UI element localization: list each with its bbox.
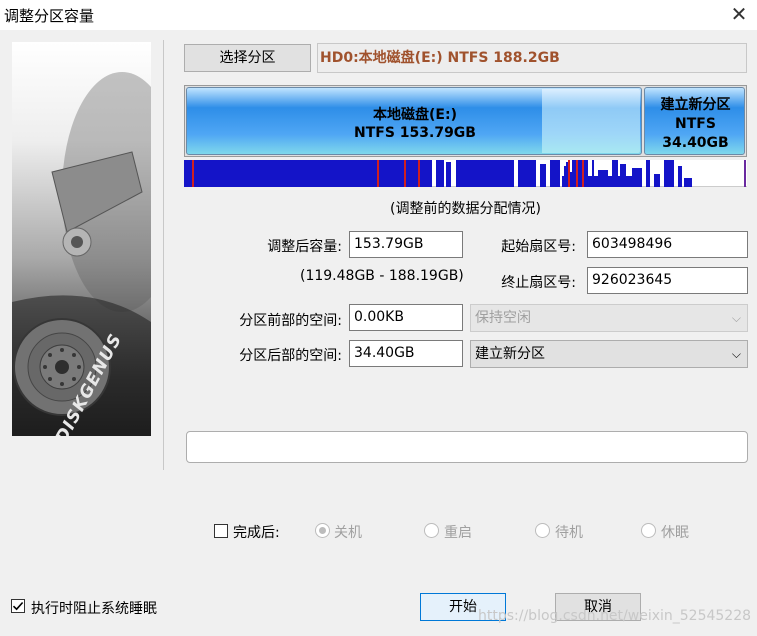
radio-shutdown-label: 关机 — [334, 525, 362, 541]
start-sector-label: 起始扇区号: — [501, 239, 576, 255]
partition-e-fs-size: NTFS 153.79GB — [354, 125, 476, 141]
prevent-sleep-label: 执行时阻止系统睡眠 — [31, 601, 157, 617]
end-sector-field[interactable]: 926023645 — [587, 267, 748, 294]
distribution-caption: (调整前的数据分配情况) — [390, 201, 541, 217]
partition-new-name: 建立新分区 — [660, 97, 731, 113]
data-distribution-strip — [184, 160, 747, 187]
radio-hibernate[interactable] — [641, 523, 656, 538]
radio-restart-label: 重启 — [444, 525, 472, 541]
space-after-action-value: 建立新分区 — [475, 346, 545, 362]
new-size-input[interactable]: 153.79GB — [349, 231, 463, 258]
radio-standby[interactable] — [535, 523, 550, 538]
radio-shutdown[interactable] — [315, 523, 330, 538]
new-size-label: 调整后容量: — [267, 239, 342, 255]
select-partition-button[interactable]: 选择分区 — [184, 44, 311, 72]
space-before-label: 分区前部的空间: — [239, 313, 342, 329]
space-after-label: 分区后部的空间: — [239, 348, 342, 364]
watermark-text: https://blog.csdn.net/weixin_52545228 — [478, 608, 752, 624]
partition-new-block[interactable]: 建立新分区 NTFS 34.40GB — [644, 87, 745, 155]
title-bar: 调整分区容量 ✕ — [0, 0, 757, 30]
chevron-down-icon: ⌵ — [731, 347, 741, 361]
vertical-separator — [163, 40, 164, 470]
space-before-action-value: 保持空闲 — [475, 310, 531, 326]
end-sector-label: 终止扇区号: — [501, 275, 576, 291]
checkmark-icon — [12, 601, 24, 611]
partition-e-name: 本地磁盘(E:) — [373, 107, 457, 123]
partition-bar[interactable]: 本地磁盘(E:) NTFS 153.79GB 建立新分区 NTFS 34.40G… — [184, 85, 747, 157]
window-title: 调整分区容量 — [4, 7, 95, 25]
progress-bar — [186, 431, 748, 463]
radio-restart[interactable] — [424, 523, 439, 538]
space-before-input[interactable]: 0.00KB — [349, 304, 463, 331]
space-before-action-select: 保持空闲 ⌵ — [470, 304, 748, 332]
close-icon[interactable]: ✕ — [727, 2, 751, 26]
partition-e-block[interactable]: 本地磁盘(E:) NTFS 153.79GB — [186, 87, 642, 155]
partition-e-text: 本地磁盘(E:) NTFS 153.79GB — [187, 106, 643, 142]
after-completion-checkbox[interactable] — [214, 524, 228, 538]
radio-hibernate-label: 休眠 — [661, 525, 689, 541]
partition-new-text: 建立新分区 NTFS 34.40GB — [645, 96, 746, 153]
start-sector-field[interactable]: 603498496 — [587, 231, 748, 258]
chevron-down-icon: ⌵ — [731, 311, 741, 325]
radio-standby-label: 待机 — [555, 525, 583, 541]
after-completion-label: 完成后: — [233, 525, 280, 541]
diskgenius-hdd-image: DISKGENUS — [12, 42, 151, 436]
prevent-sleep-checkbox[interactable] — [11, 599, 25, 613]
size-range-text: (119.48GB - 188.19GB) — [300, 268, 464, 284]
space-after-input[interactable]: 34.40GB — [349, 340, 463, 367]
selected-disk-label: HD0:本地磁盘(E:) NTFS 188.2GB — [317, 43, 747, 73]
space-after-action-select[interactable]: 建立新分区 ⌵ — [470, 340, 748, 368]
partition-new-size: 34.40GB — [662, 135, 729, 151]
partition-new-fs: NTFS — [675, 116, 716, 132]
